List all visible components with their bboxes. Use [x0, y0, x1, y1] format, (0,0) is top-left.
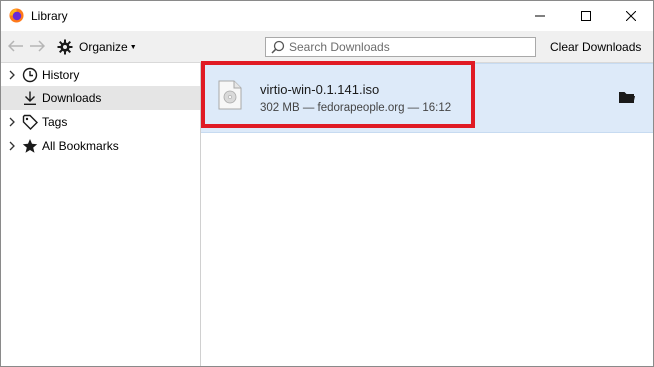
close-icon — [626, 11, 636, 21]
toolbar: Organize ▼ Clear Downloads — [1, 31, 653, 63]
title-bar: Library — [1, 1, 653, 31]
downloads-list: virtio-win-0.1.141.iso 302 MB — fedorape… — [201, 63, 653, 366]
disc-image-file-icon — [218, 80, 242, 110]
maximize-button[interactable] — [563, 1, 609, 31]
clear-downloads-button[interactable]: Clear Downloads — [550, 40, 641, 54]
star-icon — [22, 139, 38, 153]
firefox-logo-icon — [9, 8, 24, 23]
folder-icon[interactable] — [618, 89, 636, 105]
clock-icon — [22, 67, 38, 83]
download-filename: virtio-win-0.1.141.iso — [260, 82, 380, 97]
sidebar-item-tags[interactable]: Tags — [1, 110, 200, 134]
download-status: 302 MB — fedorapeople.org — 16:12 — [260, 102, 452, 114]
sidebar-item-downloads[interactable]: Downloads — [1, 86, 200, 110]
tag-icon — [22, 114, 38, 130]
chevron-right-icon[interactable] — [8, 70, 16, 80]
download-arrow-icon — [24, 91, 36, 106]
back-arrow-icon — [8, 40, 23, 52]
forward-arrow-icon — [30, 40, 45, 52]
download-item[interactable]: virtio-win-0.1.141.iso 302 MB — fedorape… — [201, 63, 653, 133]
minimize-button[interactable] — [517, 1, 563, 31]
organize-label: Organize — [79, 40, 128, 54]
chevron-right-icon[interactable] — [8, 117, 16, 127]
sidebar-item-label: Tags — [42, 115, 68, 129]
sidebar-item-label: All Bookmarks — [42, 139, 119, 153]
forward-button[interactable] — [28, 38, 46, 54]
window-title: Library — [31, 9, 68, 23]
search-input[interactable] — [289, 40, 519, 54]
minimize-icon — [535, 15, 545, 17]
sidebar-item-label: History — [42, 68, 80, 82]
back-button[interactable] — [7, 38, 25, 54]
close-button[interactable] — [608, 1, 653, 31]
sidebar-tree: History Downloads Tags All Bookmarks — [1, 63, 201, 366]
sidebar-item-label: Downloads — [42, 91, 102, 105]
library-window: Library Organize ▼ Search Downloads Clea… — [0, 0, 654, 367]
chevron-right-icon[interactable] — [8, 141, 16, 151]
dropdown-caret-icon: ▼ — [129, 43, 137, 51]
sidebar-item-history[interactable]: History — [1, 63, 200, 87]
organize-menu-button[interactable]: Organize ▼ — [57, 37, 137, 57]
sidebar-item-all-bookmarks[interactable]: All Bookmarks — [1, 134, 200, 158]
search-box[interactable] — [265, 37, 536, 57]
search-icon — [271, 40, 285, 54]
maximize-icon — [581, 11, 591, 21]
gear-icon — [57, 39, 73, 55]
